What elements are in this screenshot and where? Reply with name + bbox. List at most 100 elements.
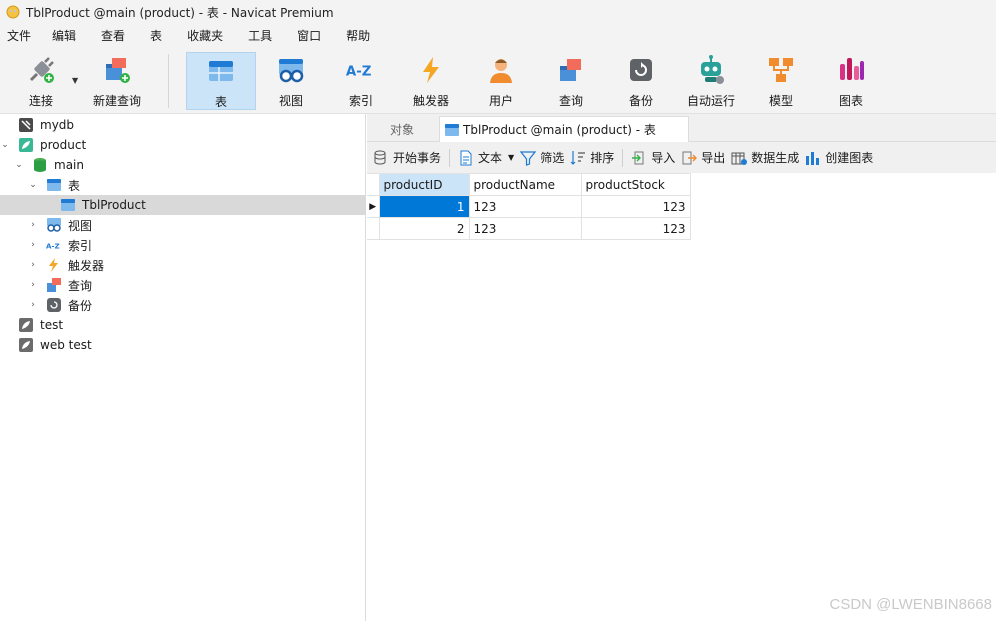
tree-item-web-test[interactable]: web test (0, 335, 366, 355)
connection-icon (18, 317, 34, 333)
menu-view[interactable]: 查看 (94, 24, 137, 48)
table-icon (60, 197, 76, 213)
tree-item-indexes[interactable]: › A-Z 索引 (0, 235, 366, 255)
filter-button[interactable]: 筛选 (520, 149, 564, 166)
tab-objects[interactable]: 对象 (367, 116, 437, 142)
data-generation-button[interactable]: 数据生成 (731, 149, 799, 166)
text-button[interactable]: 文本 ▼ (458, 149, 514, 166)
export-button[interactable]: 导出 (681, 149, 725, 166)
automation-button[interactable]: 自动运行 (676, 52, 746, 110)
user-button[interactable]: 用户 (466, 52, 536, 110)
new-query-icon (101, 54, 133, 86)
table-button[interactable]: 表 (186, 52, 256, 110)
connection-icon (18, 117, 34, 133)
plug-icon (25, 54, 57, 86)
collapse-chevron-icon[interactable]: › (28, 300, 38, 310)
grid-cell[interactable]: 123 (468, 195, 582, 218)
export-icon (681, 150, 698, 166)
grid-cell[interactable]: 123 (580, 217, 691, 240)
toolbar-separator (168, 54, 169, 108)
row-header-corner (367, 173, 380, 196)
trigger-button[interactable]: 触发器 (396, 52, 466, 110)
tree-item-mydb[interactable]: mydb (0, 115, 366, 135)
menu-table[interactable]: 表 (143, 24, 174, 48)
model-button[interactable]: 模型 (746, 52, 816, 110)
navicat-app-icon (6, 5, 20, 19)
row-header (367, 217, 380, 240)
tab-tblproduct[interactable]: TblProduct @main (product) - 表 (439, 116, 689, 142)
column-header-productstock[interactable]: productStock (580, 173, 691, 196)
query-button[interactable]: 查询 (536, 52, 606, 110)
data-grid: productID productName productStock ▶ 1 1… (367, 173, 691, 240)
chart-button[interactable]: 图表 (816, 52, 886, 110)
table-row[interactable]: 2 123 123 (367, 217, 691, 240)
new-query-button[interactable]: 新建查询 (82, 52, 152, 110)
grid-header-row: productID productName productStock (367, 173, 691, 196)
tree-item-main[interactable]: ⌄ main (0, 155, 366, 175)
menu-edit[interactable]: 编辑 (45, 24, 88, 48)
svg-text:A-Z: A-Z (46, 242, 60, 251)
column-header-productid[interactable]: productID (378, 173, 470, 196)
tree-item-product[interactable]: ⌄ product (0, 135, 366, 155)
window-title: TblProduct @main (product) - 表 - Navicat… (26, 5, 334, 20)
view-icon (46, 217, 62, 233)
backup-button[interactable]: 备份 (606, 52, 676, 110)
connect-dropdown-icon[interactable]: ▼ (72, 76, 78, 85)
connect-button[interactable]: 连接 (6, 52, 76, 110)
grid-cell[interactable]: 123 (468, 217, 582, 240)
table-row[interactable]: ▶ 1 123 123 (367, 195, 691, 218)
index-button[interactable]: A-Z 索引 (326, 52, 396, 110)
expand-chevron-icon[interactable]: ⌄ (28, 180, 38, 190)
create-chart-button[interactable]: 创建图表 (805, 149, 873, 166)
menu-help[interactable]: 帮助 (339, 24, 382, 48)
sort-icon (570, 150, 586, 166)
collapse-chevron-icon[interactable]: › (28, 280, 38, 290)
tab-bar: 对象 TblProduct @main (product) - 表 (367, 114, 996, 142)
lightning-icon (46, 257, 62, 273)
filter-icon (520, 150, 537, 166)
document-icon (458, 150, 474, 166)
view-icon (275, 54, 307, 86)
tree-item-tblproduct[interactable]: TblProduct (0, 195, 366, 215)
grid-cell[interactable]: 123 (580, 195, 691, 218)
grid-cell[interactable]: 2 (378, 217, 470, 240)
grid-cell[interactable]: 1 (378, 195, 470, 218)
chart-icon (835, 54, 867, 86)
begin-transaction-button[interactable]: 开始事务 (373, 149, 441, 166)
index-icon: A-Z (345, 54, 377, 86)
sort-button[interactable]: 排序 (570, 149, 614, 166)
view-button[interactable]: 视图 (256, 52, 326, 110)
expand-chevron-icon[interactable]: ⌄ (14, 160, 24, 170)
tree-item-tables[interactable]: ⌄ 表 (0, 175, 366, 195)
main-toolbar: 连接 ▼ 新建查询 表 视图 A-Z 索引 触发器 用户 查询 备份 自动运行 … (0, 48, 996, 114)
index-icon: A-Z (46, 237, 62, 253)
query-icon (46, 277, 62, 293)
menu-tools[interactable]: 工具 (241, 24, 284, 48)
chevron-down-icon[interactable]: ▼ (508, 153, 514, 162)
menu-window[interactable]: 窗口 (290, 24, 333, 48)
database-stack-icon (373, 150, 389, 166)
robot-icon (695, 54, 727, 86)
model-icon (765, 54, 797, 86)
import-icon (631, 150, 647, 166)
expand-chevron-icon[interactable]: ⌄ (0, 140, 10, 150)
table-icon (444, 122, 460, 138)
tree-item-test[interactable]: test (0, 315, 366, 335)
column-header-productname[interactable]: productName (468, 173, 582, 196)
query-icon (555, 54, 587, 86)
import-button[interactable]: 导入 (631, 149, 675, 166)
collapse-chevron-icon[interactable]: › (28, 240, 38, 250)
menu-favorites[interactable]: 收藏夹 (180, 24, 235, 48)
navigation-tree: mydb ⌄ product ⌄ main ⌄ 表 TblProduct › 视… (0, 114, 366, 621)
lightning-icon (415, 54, 447, 86)
collapse-chevron-icon[interactable]: › (28, 260, 38, 270)
backup-icon (46, 297, 62, 313)
menu-bar: 文件 编辑 查看 表 收藏夹 工具 窗口 帮助 (0, 24, 996, 48)
collapse-chevron-icon[interactable]: › (28, 220, 38, 230)
tree-item-triggers[interactable]: › 触发器 (0, 255, 366, 275)
tree-item-views[interactable]: › 视图 (0, 215, 366, 235)
tree-item-queries[interactable]: › 查询 (0, 275, 366, 295)
tree-item-backups[interactable]: › 备份 (0, 295, 366, 315)
menu-file[interactable]: 文件 (0, 24, 43, 48)
watermark: CSDN @LWENBIN8668 (829, 596, 993, 613)
